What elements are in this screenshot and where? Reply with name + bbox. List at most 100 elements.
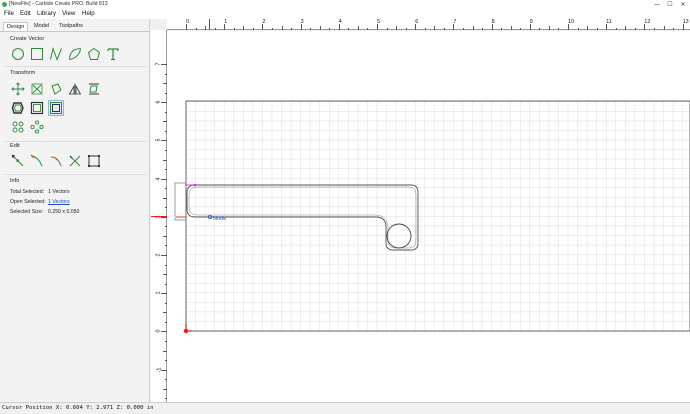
ruler-x-minor-tick — [424, 28, 426, 30]
ruler-x-minor-tick — [214, 28, 216, 30]
selected-size-label: Selected Size: — [10, 209, 44, 215]
rectangle-icon[interactable] — [30, 47, 44, 61]
move-icon[interactable] — [11, 82, 25, 96]
material-grid — [185, 101, 690, 332]
ruler-horizontal: 0 1 2 3 4 5 6 7 8 9 10 11 12 13 — [167, 19, 690, 30]
origin-tab-outline — [174, 182, 187, 221]
ruler-x-minor-tick — [329, 28, 331, 30]
transform-header: Transform — [10, 70, 36, 76]
section-divider — [4, 174, 146, 175]
polygon-icon[interactable] — [87, 47, 101, 61]
align-icon[interactable] — [87, 82, 101, 96]
circle-vector[interactable] — [386, 223, 412, 249]
ruler-x-minor-tick — [243, 26, 245, 30]
array-icon[interactable] — [11, 120, 25, 134]
circle-icon[interactable] — [11, 47, 25, 61]
ruler-x-minor-tick — [548, 26, 550, 30]
ruler-x-minor-tick — [558, 28, 560, 30]
menu-help[interactable]: Help — [82, 10, 95, 17]
ruler-cursor-marker — [209, 19, 211, 30]
ruler-x-minor-tick — [310, 28, 312, 30]
ruler-x-minor-tick — [195, 28, 197, 30]
ruler-x-minor-tick — [205, 26, 207, 30]
ruler-x-minor-tick — [663, 26, 665, 30]
ruler-x-label: 1 — [224, 19, 228, 25]
ruler-x-minor-tick — [472, 26, 474, 30]
ruler-x-minor-tick — [357, 26, 359, 30]
scale-icon[interactable] — [30, 82, 44, 96]
ruler-x-label: 11 — [606, 19, 612, 25]
ruler-y-label: 4 — [155, 177, 162, 181]
ruler-vertical: 76543210-1 — [151, 30, 167, 402]
tab-toolpaths[interactable]: Toolpaths — [56, 22, 86, 31]
total-selected-row: Total Selected: 1 Vectors — [10, 189, 70, 195]
join-icon[interactable] — [49, 154, 63, 168]
ruler-x-label: 10 — [568, 19, 574, 25]
menu-edit[interactable]: Edit — [20, 10, 31, 17]
ruler-x-minor-tick — [405, 28, 407, 30]
ruler-x-minor-tick — [271, 28, 273, 30]
trim-icon[interactable] — [30, 154, 44, 168]
ruler-y-label: 7 — [155, 62, 162, 66]
ruler-y-label: 5 — [155, 138, 162, 142]
ruler-x-minor-tick — [510, 26, 512, 30]
canvas-drawing: Node — [174, 100, 690, 334]
section-divider — [4, 141, 146, 142]
mirror-icon[interactable] — [68, 82, 82, 96]
tab-design[interactable]: Design — [3, 22, 29, 31]
ruler-x-minor-tick — [587, 26, 589, 30]
polyline-icon[interactable] — [49, 47, 63, 61]
cursor-position: Cursor Position X: 0.604 Y: 2.971 Z: 0.0… — [2, 405, 154, 411]
ruler-x-label: 4 — [338, 19, 342, 25]
ruler-x-minor-tick — [673, 28, 675, 30]
ruler-x-minor-tick — [396, 26, 398, 30]
edit-header: Edit — [10, 143, 20, 149]
ruler-y-label: 0 — [155, 329, 162, 333]
ruler-x-minor-tick — [634, 28, 636, 30]
origin-axis-icon — [183, 324, 192, 334]
ruler-x-label: 13 — [682, 19, 689, 25]
rotate-icon[interactable] — [49, 82, 63, 96]
text-icon[interactable] — [106, 47, 120, 61]
ruler-x-minor-tick — [233, 28, 235, 30]
ruler-x-minor-tick — [577, 28, 579, 30]
material-border — [185, 100, 690, 332]
open-selected-link[interactable]: 1 Vectors — [48, 199, 70, 205]
bounding-box-icon[interactable] — [87, 154, 101, 168]
app-icon — [2, 2, 7, 7]
ruler-x-minor-tick — [482, 28, 484, 30]
ruler-x-minor-tick — [520, 28, 522, 30]
circular-array-icon[interactable] — [30, 120, 44, 134]
ruler-x-minor-tick — [291, 28, 293, 30]
ruler-x-minor-tick — [434, 26, 436, 30]
node-edit-icon[interactable] — [11, 154, 25, 168]
selected-size-value: 0.250 x 0.050 — [48, 209, 80, 215]
total-selected-value: 1 Vectors — [48, 189, 70, 195]
ruler-x-minor-tick — [596, 28, 598, 30]
ruler-x-minor-tick — [653, 28, 655, 30]
ruler-y-label: 1 — [155, 291, 162, 295]
ruler-x-label: 3 — [300, 19, 304, 25]
fit-to-material-icon[interactable] — [48, 100, 64, 116]
tab-model[interactable]: Model — [31, 22, 52, 31]
ruler-cursor-marker-y — [151, 216, 167, 217]
open-selected-label: Open Selected: — [10, 199, 46, 205]
info-header: Info — [10, 178, 20, 184]
menu-library[interactable]: Library — [37, 10, 56, 17]
ruler-x-label: 7 — [453, 19, 457, 25]
design-canvas[interactable]: Node — [167, 31, 690, 402]
ruler-x-minor-tick — [252, 28, 254, 30]
ruler-x-minor-tick — [319, 26, 321, 30]
selected-vector-node[interactable] — [193, 183, 197, 187]
open-selected-row: Open Selected: 1 Vectors — [10, 199, 70, 205]
offset-icon[interactable] — [11, 101, 25, 115]
curve-icon[interactable] — [68, 47, 82, 61]
menu-view[interactable]: View — [62, 10, 75, 17]
boolean-union-icon[interactable] — [30, 101, 44, 115]
cut-icon[interactable] — [68, 154, 82, 168]
window-title: [NewFile] - Carbide Create PRO, Build 81… — [9, 1, 108, 7]
design-panel: Design Model Toolpaths Create Vector Tra… — [0, 20, 150, 402]
ruler-x-minor-tick — [386, 28, 388, 30]
ruler-x-minor-tick — [625, 26, 627, 30]
menu-file[interactable]: File — [4, 10, 14, 17]
